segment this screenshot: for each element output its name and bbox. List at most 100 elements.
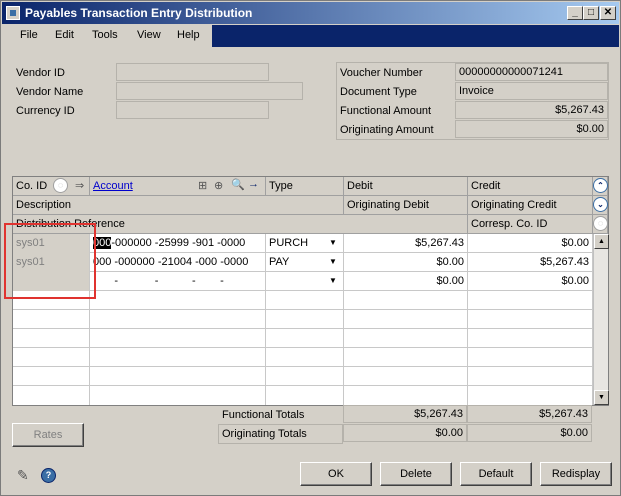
- expand-button[interactable]: ⌄: [593, 196, 608, 215]
- functional-debit-total: $5,267.43: [343, 405, 467, 423]
- collapse-button[interactable]: ⌃: [593, 177, 608, 196]
- type-cell[interactable]: ▼: [266, 272, 344, 291]
- empty-cell: [344, 310, 468, 329]
- empty-row[interactable]: [13, 348, 593, 367]
- menu-file[interactable]: File: [20, 29, 38, 41]
- app-icon: [6, 6, 20, 20]
- ok-button[interactable]: OK: [300, 462, 372, 486]
- redisplay-button[interactable]: Redisplay: [540, 462, 612, 486]
- originating-debit-total: $0.00: [343, 424, 467, 442]
- table-row[interactable]: sys01 000-000000 -25999 -901 -0000 PURCH…: [13, 234, 593, 253]
- maximize-button[interactable]: □: [583, 6, 599, 20]
- menu-area: File Edit Tools View Help: [2, 25, 212, 47]
- expand-arrow-icon[interactable]: ⇒: [75, 179, 84, 192]
- debit-cell[interactable]: $0.00: [344, 272, 468, 291]
- empty-row[interactable]: [13, 386, 593, 405]
- empty-cell: [266, 310, 344, 329]
- debit-cell[interactable]: $0.00: [344, 253, 468, 272]
- type-dropdown-icon[interactable]: ▼: [326, 273, 340, 289]
- account-cell[interactable]: 000-000000 -25999 -901 -0000: [90, 234, 266, 253]
- rates-button[interactable]: Rates: [12, 423, 84, 447]
- vendor-id-field: [116, 63, 269, 81]
- collapse-up-icon[interactable]: ⌃: [593, 178, 608, 193]
- empty-row[interactable]: [13, 310, 593, 329]
- highlight-annotation: [4, 223, 96, 299]
- title-bar[interactable]: Payables Transaction Entry Distribution …: [2, 2, 619, 24]
- delete-button[interactable]: Delete: [380, 462, 452, 486]
- originating-amount-label: Originating Amount: [340, 124, 434, 136]
- col-header-credit: Credit: [468, 177, 593, 196]
- credit-cell[interactable]: $0.00: [468, 234, 593, 253]
- type-cell[interactable]: PURCH ▼: [266, 234, 344, 253]
- empty-cell: [90, 367, 266, 386]
- empty-cell: [266, 348, 344, 367]
- table-row[interactable]: sys01 000 -000000 -21004 -000 -0000 PAY …: [13, 253, 593, 272]
- help-icon[interactable]: ?: [41, 468, 56, 483]
- empty-cell: [13, 386, 90, 405]
- type-cell[interactable]: PAY ▼: [266, 253, 344, 272]
- voucher-number-field: 00000000000071241: [455, 63, 608, 81]
- default-button[interactable]: Default: [460, 462, 532, 486]
- distribution-grid: Co. ID ◌ ⇒ Account ⊞ ⊕ 🔍 → Type Debit Cr…: [12, 176, 609, 406]
- table-row[interactable]: - - - - ▼ $0.00 $0.00: [13, 272, 593, 291]
- empty-cell: [13, 310, 90, 329]
- empty-cell: [344, 348, 468, 367]
- type-dropdown-icon[interactable]: ▼: [326, 235, 340, 251]
- empty-cell: [344, 367, 468, 386]
- account-cell[interactable]: 000 -000000 -21004 -000 -0000: [90, 253, 266, 272]
- col-header-type: Type: [266, 177, 344, 196]
- functional-totals-label: Functional Totals: [222, 409, 305, 421]
- expand-down-icon[interactable]: ⌄: [593, 197, 608, 212]
- menu-edit[interactable]: Edit: [55, 29, 74, 41]
- lookup-magnifier-icon[interactable]: 🔍: [231, 178, 245, 191]
- distribution-window: Payables Transaction Entry Distribution …: [0, 0, 621, 496]
- currency-id-label: Currency ID: [16, 105, 75, 117]
- credit-cell[interactable]: $5,267.43: [468, 253, 593, 272]
- empty-row[interactable]: [13, 291, 593, 310]
- document-type-field: Invoice: [455, 82, 608, 100]
- empty-cell: [13, 329, 90, 348]
- menu-help[interactable]: Help: [177, 29, 200, 41]
- empty-cell: [90, 310, 266, 329]
- vendor-id-label: Vendor ID: [16, 67, 65, 79]
- note-icon[interactable]: ✎: [17, 467, 29, 484]
- empty-cell: [13, 367, 90, 386]
- functional-amount-field: $5,267.43: [455, 101, 608, 119]
- menu-tools[interactable]: Tools: [92, 29, 118, 41]
- credit-cell[interactable]: $0.00: [468, 272, 593, 291]
- empty-cell: [90, 386, 266, 405]
- menu-view[interactable]: View: [137, 29, 161, 41]
- type-dropdown-icon[interactable]: ▼: [326, 254, 340, 270]
- empty-cell: [266, 329, 344, 348]
- corresp-lookup-cell: ◌: [593, 215, 608, 234]
- menu-bar: File Edit Tools View Help: [2, 25, 619, 47]
- col-header-originating-debit: Originating Debit: [344, 196, 468, 215]
- empty-cell: [468, 329, 593, 348]
- type-value: PURCH: [269, 237, 309, 249]
- empty-row[interactable]: [13, 329, 593, 348]
- account-rest: -000000 -25999 -901 -0000: [111, 237, 246, 249]
- account-search-icon[interactable]: ⊕: [214, 179, 223, 192]
- grid-scrollbar[interactable]: ▲ ▼: [593, 234, 609, 405]
- col-header-corresp-co-id: Corresp. Co. ID: [468, 215, 593, 234]
- empty-cell: [344, 329, 468, 348]
- originating-credit-total: $0.00: [467, 424, 592, 442]
- scroll-up-icon[interactable]: ▲: [594, 234, 609, 249]
- empty-cell: [90, 329, 266, 348]
- debit-cell[interactable]: $5,267.43: [344, 234, 468, 253]
- currency-id-field: [116, 101, 269, 119]
- empty-cell: [90, 291, 266, 310]
- empty-cell: [266, 386, 344, 405]
- close-button[interactable]: ✕: [600, 6, 616, 20]
- voucher-number-label: Voucher Number: [340, 67, 423, 79]
- account-tree-icon[interactable]: ⊞: [198, 179, 207, 192]
- corresp-lookup-icon[interactable]: ◌: [593, 216, 608, 231]
- minimize-button[interactable]: _: [567, 6, 583, 20]
- account-header-link[interactable]: Account: [93, 180, 133, 192]
- lookup-icon[interactable]: ◌: [53, 178, 68, 193]
- account-cell[interactable]: - - - -: [90, 272, 266, 291]
- scroll-down-icon[interactable]: ▼: [594, 390, 609, 405]
- empty-row[interactable]: [13, 367, 593, 386]
- empty-cell: [468, 386, 593, 405]
- arrow-right-icon[interactable]: →: [248, 178, 259, 190]
